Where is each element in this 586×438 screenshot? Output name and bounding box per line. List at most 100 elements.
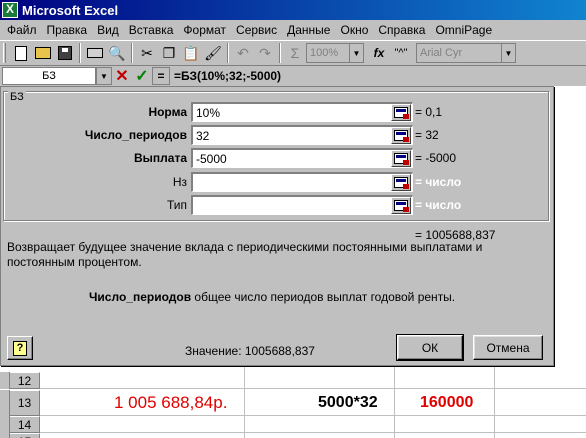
zoom-value: 100%: [310, 47, 339, 59]
new-button[interactable]: [10, 42, 32, 64]
collapse-icon: [394, 130, 409, 142]
name-box[interactable]: БЗ: [2, 67, 96, 85]
menu-view[interactable]: Вид: [92, 23, 124, 37]
cell-future-value[interactable]: 1 005 688,84р.: [114, 393, 227, 412]
copy-button[interactable]: ❐: [158, 42, 180, 64]
scissors-icon: ✂: [141, 45, 153, 61]
arg-result-rate: = 0,1: [415, 105, 443, 119]
autosum-button[interactable]: Σ: [284, 42, 306, 64]
function-wizard-button[interactable]: fx: [368, 42, 390, 64]
collapse-dialog-button[interactable]: [391, 104, 411, 121]
row-header[interactable]: 12: [10, 372, 40, 389]
toolbar-grip[interactable]: [3, 43, 6, 63]
arg-input-type[interactable]: [191, 195, 413, 215]
print-preview-button[interactable]: 🔍: [106, 42, 128, 64]
cancel-button[interactable]: Отмена: [473, 335, 543, 360]
paste-button[interactable]: 📋: [180, 42, 202, 64]
collapse-icon: [394, 177, 409, 189]
arg-result-pv: = число: [415, 175, 462, 189]
value-label: Значение: 1005688,837: [185, 344, 315, 358]
arg-label-rate: Норма: [148, 105, 187, 119]
menu-help[interactable]: Справка: [373, 23, 430, 37]
arg-result-payment: = -5000: [415, 151, 457, 165]
menu-edit[interactable]: Правка: [42, 23, 93, 37]
arg-label-payment: Выплата: [133, 151, 187, 165]
open-button[interactable]: [32, 42, 54, 64]
copy-icon: ❐: [162, 45, 176, 61]
sheet-row: 15: [0, 433, 586, 438]
undo-icon: ↶: [237, 45, 249, 61]
arg-input-rate[interactable]: [191, 102, 413, 122]
arg-input-pv[interactable]: [191, 172, 413, 192]
chevron-down-icon[interactable]: ▼: [501, 44, 515, 62]
menu-format[interactable]: Формат: [178, 23, 231, 37]
collapse-icon: [394, 200, 409, 212]
magnifier-icon: 🔍: [108, 45, 126, 61]
chevron-down-icon[interactable]: ▼: [96, 67, 112, 85]
menu-omnipage[interactable]: OmniPage: [430, 23, 497, 37]
enter-entry-icon[interactable]: ✓: [132, 67, 152, 85]
collapse-dialog-button[interactable]: [391, 127, 411, 144]
row-header[interactable]: 15: [10, 433, 40, 438]
format-painter-button[interactable]: 🖌: [202, 42, 224, 64]
menu-tools[interactable]: Сервис: [231, 23, 282, 37]
folder-icon: [35, 47, 51, 59]
collapse-icon: [394, 107, 409, 119]
cut-button[interactable]: ✂: [136, 42, 158, 64]
help-button[interactable]: ?: [7, 336, 33, 360]
sigma-icon: Σ: [290, 45, 300, 61]
fx-icon: fx: [373, 46, 385, 60]
row-header[interactable]: 14: [10, 416, 40, 433]
question-mark-icon: ?: [13, 340, 27, 356]
font-combo[interactable]: Arial Cyr ▼: [416, 43, 516, 63]
formula-text[interactable]: =БЗ(10%;32;-5000): [174, 69, 281, 83]
font-value: Arial Cyr: [420, 47, 463, 59]
window-title: Microsoft Excel: [22, 2, 119, 18]
row-strip: [0, 433, 10, 438]
sheet-row: 12: [0, 372, 586, 389]
row-strip: [0, 416, 10, 433]
sheet-row: 13 1 005 688,84р. 5000*32 160000: [0, 390, 586, 416]
row-strip: [0, 372, 10, 389]
arg-label-pv: Нз: [172, 175, 187, 189]
ok-button[interactable]: ОК: [396, 334, 464, 361]
collapse-dialog-button[interactable]: [391, 197, 411, 214]
redo-button[interactable]: ↷: [254, 42, 276, 64]
menu-insert[interactable]: Вставка: [124, 23, 179, 37]
argument-help-name: Число_периодов: [89, 290, 192, 304]
row-header[interactable]: 13: [10, 390, 40, 416]
zoom-combo[interactable]: 100% ▼: [306, 43, 364, 63]
argument-help-text: общее число периодов выплат годовой рент…: [191, 290, 456, 304]
function-arguments-dialog: БЗ Норма = 0,1 Число_периодов = 32 Выпла…: [0, 86, 554, 366]
arg-label-periods: Число_периодов: [84, 128, 187, 142]
edit-formula-button[interactable]: =: [152, 67, 170, 85]
arg-input-periods[interactable]: [191, 125, 413, 145]
cell-formula-text[interactable]: 5000*32: [318, 394, 378, 411]
arg-result-periods: = 32: [415, 128, 439, 142]
collapse-icon: [394, 153, 409, 165]
title-bar: Microsoft Excel: [0, 0, 586, 20]
function-description: Возвращает будущее значение вклада с пер…: [7, 240, 483, 269]
floppy-disk-icon: [58, 46, 72, 60]
collapse-dialog-button[interactable]: [391, 150, 411, 167]
cancel-entry-icon[interactable]: ✕: [112, 67, 132, 85]
redo-icon: ↷: [259, 45, 271, 61]
save-button[interactable]: [54, 42, 76, 64]
quote-button[interactable]: "^": [390, 42, 412, 64]
collapse-dialog-button[interactable]: [391, 174, 411, 191]
quote-label: "^": [394, 47, 408, 59]
excel-app-icon[interactable]: [2, 2, 18, 18]
menu-window[interactable]: Окно: [335, 23, 373, 37]
cell-product[interactable]: 160000: [420, 394, 473, 411]
menu-file[interactable]: Файл: [2, 23, 42, 37]
chevron-down-icon[interactable]: ▼: [349, 44, 363, 62]
arg-label-type: Тип: [166, 198, 187, 212]
menu-data[interactable]: Данные: [282, 23, 335, 37]
toolbar-separator: [279, 43, 281, 63]
clipboard-icon: 📋: [182, 45, 200, 61]
sheet-row: 14: [0, 416, 586, 433]
arg-input-payment[interactable]: [191, 148, 413, 168]
menu-bar: Файл Правка Вид Вставка Формат Сервис Да…: [0, 20, 586, 40]
print-button[interactable]: [84, 42, 106, 64]
undo-button[interactable]: ↶: [232, 42, 254, 64]
